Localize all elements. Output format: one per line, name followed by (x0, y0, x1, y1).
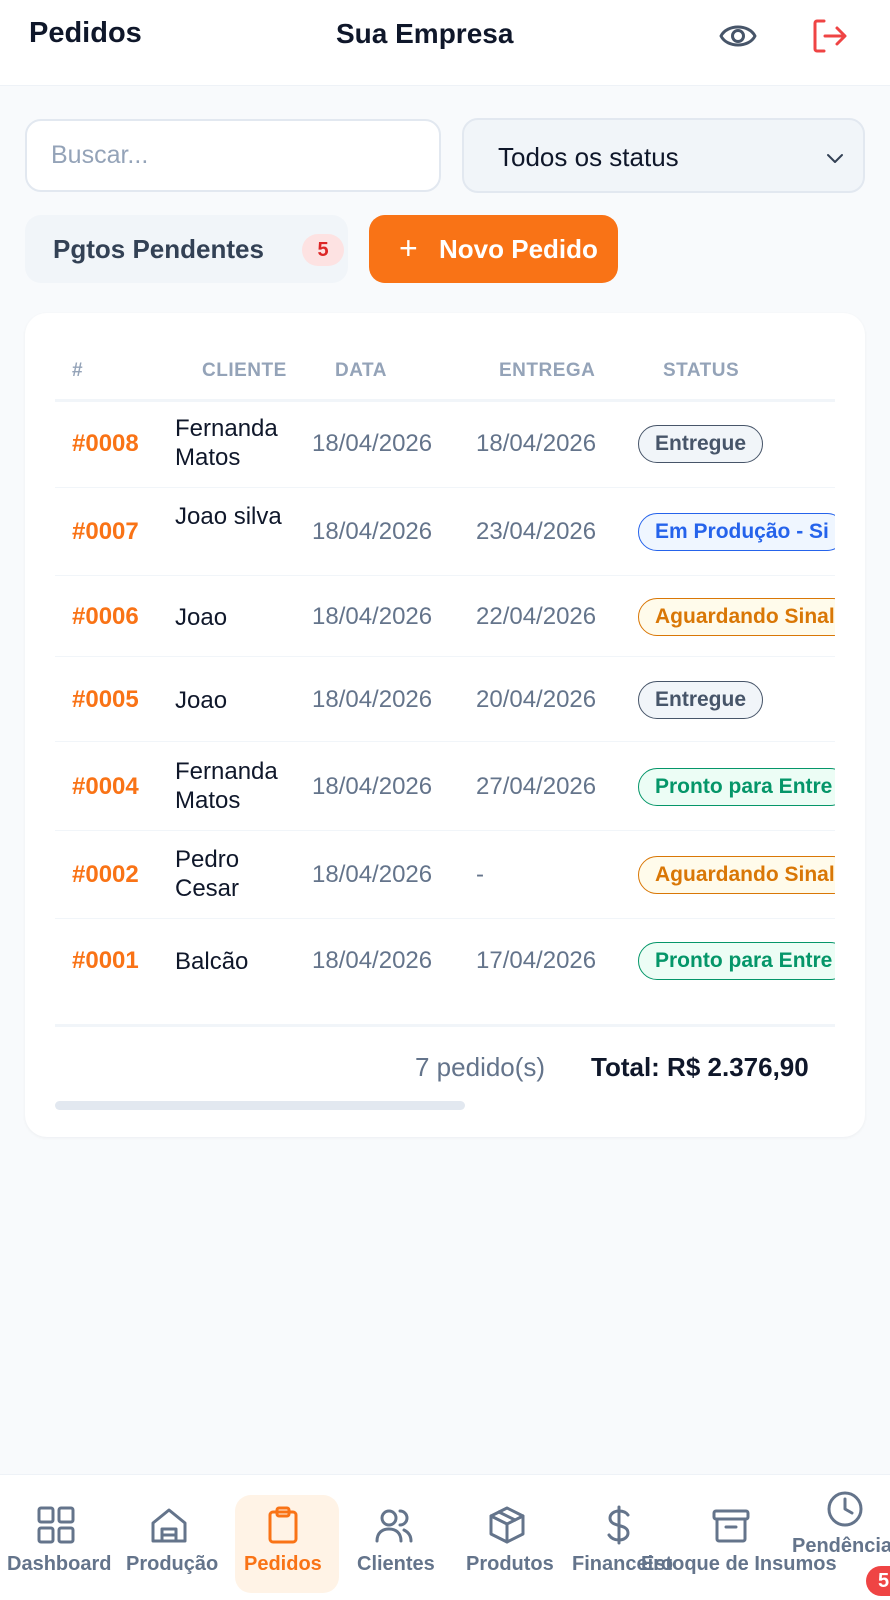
order-delivery: 17/04/2026 (476, 947, 597, 974)
order-date: 18/04/2026 (312, 772, 433, 800)
status-badge: Aguardando Sinal (638, 597, 835, 636)
nav-item-label: Clientes (357, 1553, 435, 1575)
new-order-label: Novo Pedido (439, 234, 598, 264)
table-row[interactable]: #0007 Joao silva 18/04/2026 23/04/2026 Em Pr… (55, 488, 835, 576)
search-input[interactable] (25, 119, 441, 192)
table-row[interactable]: #0008 Fernanda Matos 18/04/2026 18/04/2026 E… (55, 399, 835, 488)
order-date: 18/04/2026 (312, 602, 433, 630)
dollar-icon (607, 1505, 630, 1545)
status-filter-value: Todos os status (498, 142, 679, 172)
order-client: Joao (175, 603, 228, 631)
order-id[interactable]: #0006 (72, 603, 139, 631)
chevron-down-icon (827, 154, 843, 163)
pending-payments-badge: 5 (302, 234, 344, 266)
order-delivery: 22/04/2026 (476, 602, 597, 630)
pending-payments-label: Pgtos Pendentes (53, 234, 264, 264)
table-row[interactable]: #0006 Joao 18/04/2026 22/04/2026 Aguardando … (55, 576, 835, 657)
nav-pending-badge: 5 (866, 1566, 890, 1596)
status-badge: Entregue (638, 424, 764, 463)
order-delivery: 18/04/2026 (476, 429, 597, 457)
order-date: 18/04/2026 (312, 429, 433, 457)
order-id[interactable]: #0007 (72, 518, 139, 546)
order-date: 18/04/2026 (312, 947, 433, 974)
order-id[interactable]: #0005 (72, 686, 139, 714)
status-badge: Pronto para Entre (638, 767, 835, 806)
order-client: Balcão (175, 948, 249, 975)
order-delivery: 20/04/2026 (476, 685, 597, 713)
order-id[interactable]: #0002 (72, 861, 139, 889)
clock-icon (827, 1491, 863, 1527)
order-date: 18/04/2026 (312, 685, 433, 713)
nav-item-label: Dashboard (7, 1553, 112, 1575)
col-header-id: # (72, 360, 84, 381)
company-name: Sua Empresa (336, 18, 514, 49)
new-order-button[interactable]: + Novo Pedido (369, 215, 618, 283)
orders-count: 7 pedido(s) (415, 1052, 546, 1082)
order-id[interactable]: #0008 (72, 430, 139, 458)
factory-icon (151, 1508, 187, 1543)
order-client: Joao silva (175, 503, 282, 530)
nav-item-label: Pedidos (244, 1553, 322, 1575)
grid-icon (37, 1506, 75, 1544)
horizontal-scrollbar[interactable] (55, 1101, 465, 1110)
orders-card: # CLIENTE DATA ENTREGA STATUS #0008 Ferna… (25, 313, 865, 1137)
pending-payments-button[interactable]: Pgtos Pendentes 5 (25, 215, 348, 283)
clipboard-icon (268, 1506, 298, 1544)
order-id[interactable]: #0001 (72, 947, 139, 975)
users-icon (375, 1509, 413, 1543)
status-badge: Entregue (638, 680, 764, 719)
box-icon (489, 1506, 525, 1544)
status-badge: Pronto para Entre (638, 942, 835, 980)
top-bar: Pedidos Sua Empresa (0, 0, 890, 86)
status-badge: Em Produção - Si (638, 513, 835, 551)
table-row[interactable]: #0002 Pedro Cesar 18/04/2026 - Aguardando Si… (55, 831, 835, 919)
archive-icon (712, 1509, 750, 1543)
col-header-delivery: ENTREGA (499, 360, 596, 381)
bottom-nav: Dashboard Produção Pedidos Clientes Produtos… (0, 1474, 890, 1600)
orders-table[interactable]: # CLIENTE DATA ENTREGA STATUS #0008 Ferna… (55, 313, 835, 1137)
status-badge: Aguardando Sinal (638, 856, 835, 894)
order-delivery: 23/04/2026 (476, 518, 597, 545)
table-row[interactable]: #0001 Balcão 18/04/2026 17/04/2026 Pronto pa… (55, 919, 835, 1025)
order-client: Pedro Cesar (175, 846, 240, 902)
order-delivery: 27/04/2026 (476, 772, 597, 800)
footer-divider (55, 1025, 835, 1027)
order-delivery: - (476, 861, 484, 888)
col-header-client: CLIENTE (202, 360, 287, 381)
order-client: Joao (175, 686, 228, 714)
nav-item-label: Produção (126, 1553, 219, 1575)
order-id[interactable]: #0004 (72, 773, 139, 801)
col-header-date: DATA (335, 360, 387, 381)
col-header-status: STATUS (663, 360, 740, 381)
order-date: 18/04/2026 (312, 861, 433, 888)
plus-icon: + (399, 230, 418, 266)
page-title: Pedidos (29, 17, 142, 49)
nav-item-label: Pendências (792, 1535, 890, 1557)
table-row[interactable]: #0004 Fernanda Matos 18/04/2026 27/04/2026 P… (55, 742, 835, 831)
eye-icon[interactable] (718, 18, 758, 54)
order-date: 18/04/2026 (312, 518, 433, 545)
nav-item-label: Produtos (466, 1553, 554, 1575)
logout-icon[interactable] (810, 16, 850, 56)
order-client: Fernanda Matos (175, 414, 278, 471)
orders-total: Total: R$ 2.376,90 (591, 1052, 809, 1082)
table-row[interactable]: #0005 Joao 18/04/2026 20/04/2026 Entregue (55, 657, 835, 742)
order-client: Fernanda Matos (175, 757, 278, 814)
status-filter-select[interactable]: Todos os status (462, 118, 865, 193)
